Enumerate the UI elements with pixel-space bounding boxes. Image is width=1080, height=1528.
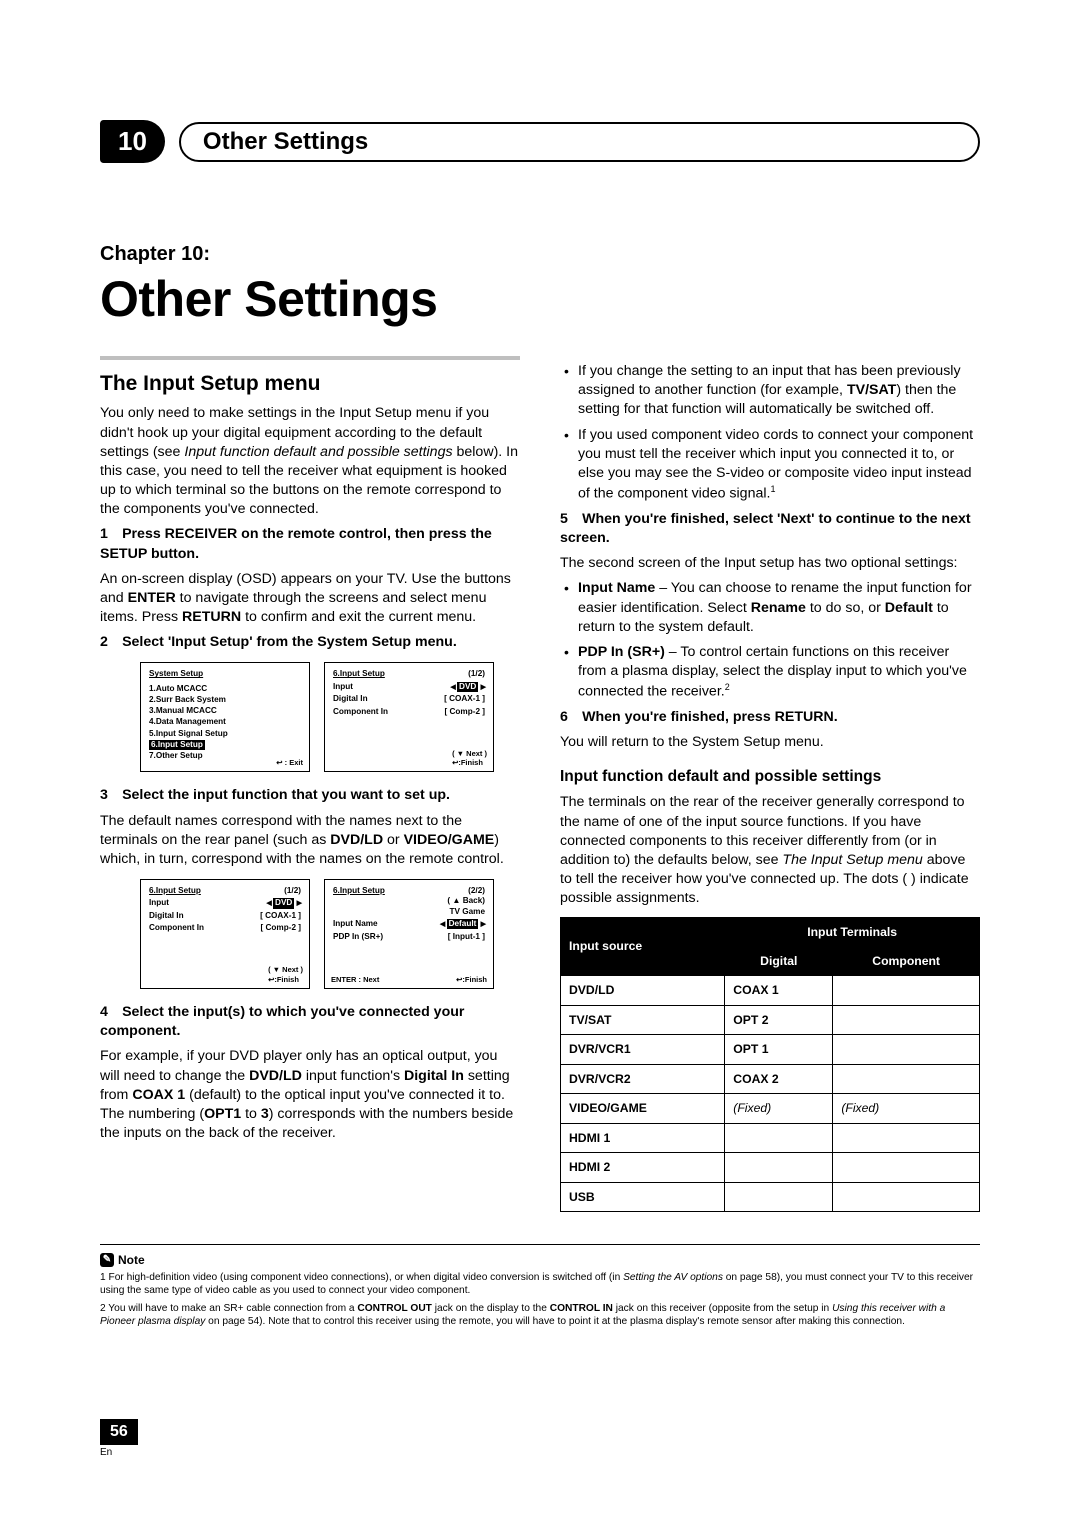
table-row: TV/SATOPT 2 [561, 1005, 980, 1034]
body-text: The terminals on the rear of the receive… [560, 793, 980, 908]
chapter-chip: 10 [100, 120, 165, 163]
table-row: USB [561, 1182, 980, 1211]
input-terminals-table: Input source Input Terminals Digital Com… [560, 917, 980, 1213]
table-row: DVR/VCR2COAX 2 [561, 1064, 980, 1093]
page-lang: En [100, 1447, 138, 1458]
list-item: Input Name – You can choose to rename th… [560, 579, 980, 637]
body-text: You only need to make settings in the In… [100, 404, 520, 519]
body-text: For example, if your DVD player only has… [100, 1047, 520, 1143]
osd-input-setup-1: 6.Input Setup(1/2) Input◀ DVD ▶ Digital … [324, 662, 494, 772]
table-header: Digital [725, 946, 833, 975]
table-row: DVD/LDCOAX 1 [561, 976, 980, 1005]
page-number-box: 56 En [100, 1419, 138, 1458]
list-item: If you change the setting to an input th… [560, 362, 980, 420]
page-title: Other Settings [100, 270, 980, 328]
note-tag: ✎ Note [100, 1253, 145, 1267]
osd-title: System Setup [149, 669, 301, 679]
chapter-label: Chapter 10: [100, 243, 980, 266]
footnote: 2 You will have to make an SR+ cable con… [100, 1302, 980, 1329]
osd-input-setup-1b: 6.Input Setup(1/2) Input◀ DVD ▶ Digital … [140, 879, 310, 989]
body-text: You will return to the System Setup menu… [560, 733, 980, 752]
step-heading: 2 Select 'Input Setup' from the System S… [100, 633, 520, 652]
table-row: HDMI 2 [561, 1153, 980, 1182]
page-number: 56 [100, 1419, 138, 1445]
table-header: Component [833, 946, 980, 975]
step-heading: 5 When you're finished, select 'Next' to… [560, 510, 980, 548]
footnote-rule [100, 1244, 980, 1245]
step-heading: 4 Select the input(s) to which you've co… [100, 1003, 520, 1041]
pencil-icon: ✎ [100, 1253, 114, 1267]
table-row: HDMI 1 [561, 1123, 980, 1152]
header-row: 10 Other Settings [100, 120, 980, 163]
footnote: 1 For high-definition video (using compo… [100, 1271, 980, 1298]
header-tab-text: Other Settings [203, 128, 368, 156]
osd-system-setup: System Setup 1.Auto MCACC 2.Surr Back Sy… [140, 662, 310, 772]
subsection-heading: Input function default and possible sett… [560, 767, 980, 788]
list-item: If you used component video cords to con… [560, 426, 980, 504]
section-heading: The Input Setup menu [100, 370, 520, 398]
table-row: VIDEO/GAME(Fixed)(Fixed) [561, 1094, 980, 1123]
body-text: An on-screen display (OSD) appears on yo… [100, 570, 520, 628]
table-header: Input source [561, 917, 725, 976]
table-row: DVR/VCR1OPT 1 [561, 1035, 980, 1064]
table-header: Input Terminals [725, 917, 980, 946]
osd-input-setup-2: 6.Input Setup(2/2) ( ▲ Back) TV Game Inp… [324, 879, 494, 989]
left-column: The Input Setup menu You only need to ma… [100, 356, 520, 1224]
body-text: The default names correspond with the na… [100, 812, 520, 870]
header-tab: Other Settings [179, 122, 980, 162]
step-heading: 3 Select the input function that you wan… [100, 786, 520, 805]
body-text: The second screen of the Input setup has… [560, 554, 980, 573]
step-heading: 6 When you're finished, press RETURN. [560, 708, 980, 727]
list-item: PDP In (SR+) – To control certain functi… [560, 643, 980, 702]
right-column: If you change the setting to an input th… [560, 356, 980, 1224]
step-heading: 1 Press RECEIVER on the remote control, … [100, 525, 520, 563]
